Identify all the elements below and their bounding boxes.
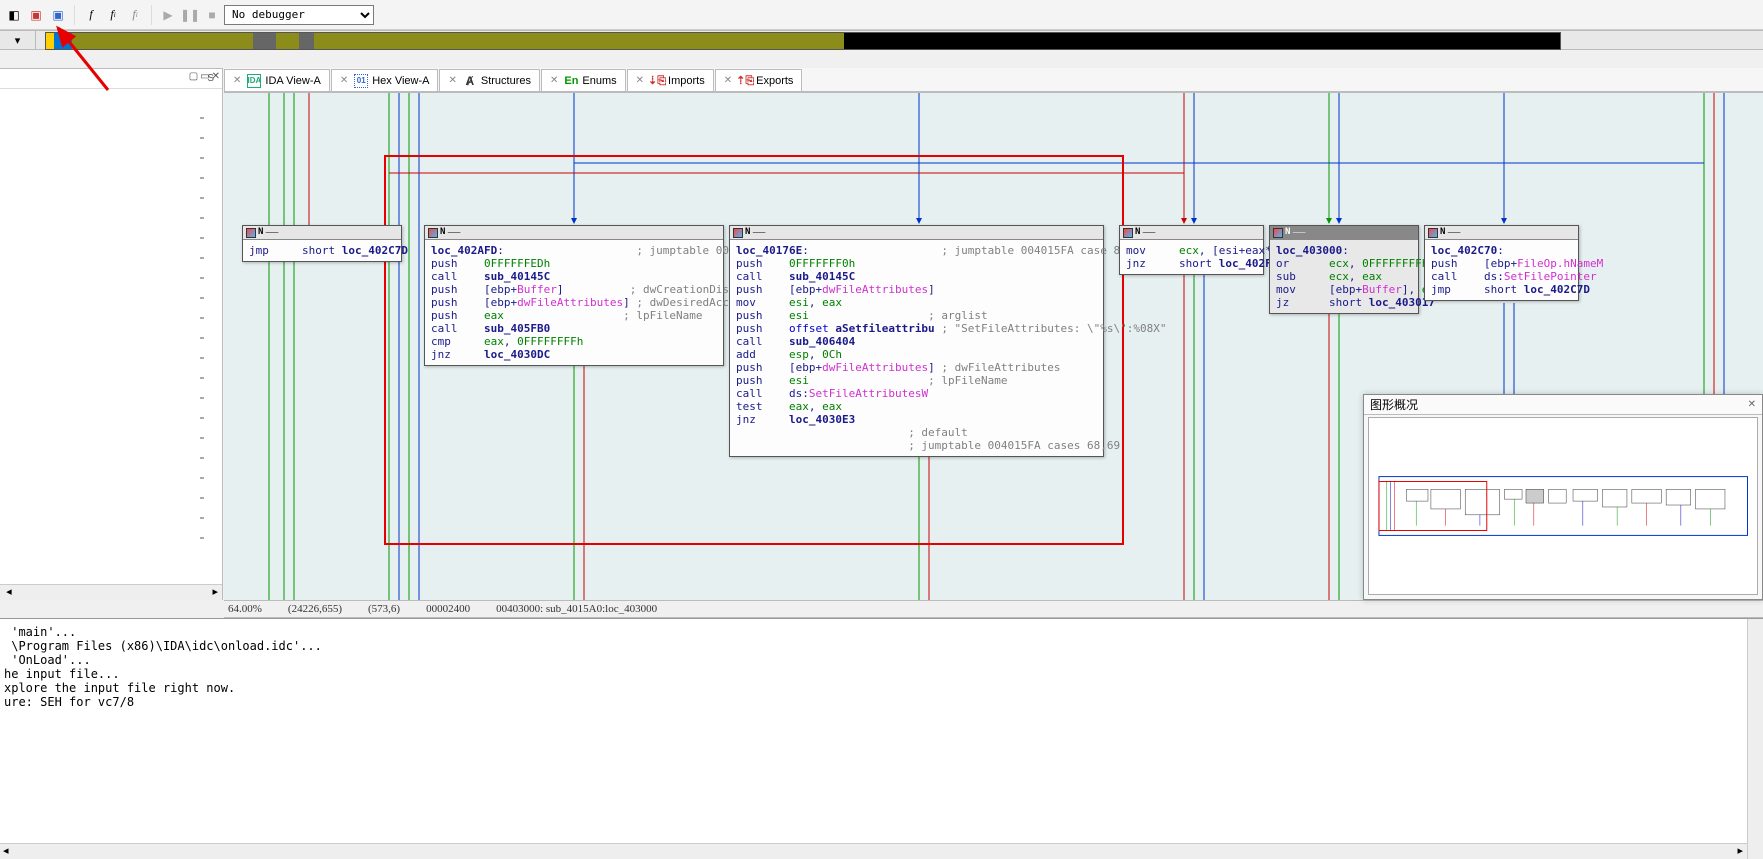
tab-hex-view[interactable]: ✕ 01 Hex View-A: [331, 69, 439, 91]
node-body: loc_402AFD: ; jumptable 004015FA case 55…: [425, 240, 723, 365]
node-body: mov ecx, [esi+eax*4] jnz short loc_402FF…: [1120, 240, 1263, 274]
node-icon: [1428, 228, 1438, 238]
node-icon: [733, 228, 743, 238]
graph-node-loc40176e[interactable]: N ⸺ loc_40176E: ; jumptable 004015FA cas…: [729, 225, 1104, 457]
panel-close-icon[interactable]: ✕: [212, 71, 220, 82]
panel-window-controls: ▢ ▭ ✕: [189, 71, 220, 82]
output-vscroll[interactable]: [1747, 619, 1763, 859]
scroll-track: [200, 99, 210, 590]
toolbar-btn-1[interactable]: ◧: [4, 5, 24, 25]
side-panel: ▢ ▭ ✕ S ◂ ▸: [0, 68, 223, 600]
overview-title-bar: 图形概况 ✕: [1364, 395, 1762, 415]
node-icon: [1273, 228, 1283, 238]
status-offset: 00002400: [426, 603, 470, 615]
node-body: loc_40176E: ; jumptable 004015FA case 8 …: [730, 240, 1103, 456]
graph-node-loc402c70[interactable]: N ⸺ loc_402C70: push [ebp+FileOp.hNameM …: [1424, 225, 1579, 301]
close-icon[interactable]: ✕: [550, 75, 558, 86]
imports-icon: ⇣⎘: [650, 74, 664, 88]
status-zoom: 64.00%: [228, 603, 262, 615]
hex-icon: 01: [354, 74, 368, 88]
run-btn[interactable]: ▶: [158, 5, 178, 25]
main-toolbar: ◧ ▣ ▣ f fi fi ▶ ❚❚ ■ No debugger: [0, 0, 1763, 30]
nav-dropdown[interactable]: ▾: [0, 31, 36, 49]
tab-structures[interactable]: ✕ Ⱥ Structures: [439, 69, 540, 91]
overview-close-icon[interactable]: ✕: [1748, 399, 1756, 410]
tab-label: Enums: [582, 75, 616, 87]
graph-overview-panel[interactable]: 图形概况 ✕: [1363, 394, 1763, 600]
node-icon: [246, 228, 256, 238]
stop-btn[interactable]: ■: [202, 5, 222, 25]
enum-icon: En: [564, 74, 578, 88]
node-icon: [428, 228, 438, 238]
panel-expand-icon[interactable]: ▭: [200, 71, 209, 82]
separator: [74, 5, 75, 25]
node-icon: [1123, 228, 1133, 238]
status-bar: 64.00% (24226,655) (573,6) 00002400 0040…: [224, 600, 1763, 618]
output-text: 'main'... \Program Files (x86)\IDA\idc\o…: [0, 619, 1763, 715]
graph-node-loc402afd[interactable]: N ⸺ loc_402AFD: ; jumptable 004015FA cas…: [424, 225, 724, 366]
graph-node-loc403000[interactable]: N ⸺ loc_403000: or ecx, 0FFFFFFFFh sub e…: [1269, 225, 1419, 314]
tab-exports[interactable]: ✕ ⇡⎘ Exports: [715, 69, 803, 91]
nav-color-strip[interactable]: [45, 32, 1561, 50]
tab-imports[interactable]: ✕ ⇣⎘ Imports: [627, 69, 714, 91]
status-coord2: (573,6): [368, 603, 400, 615]
toolbar-btn-3[interactable]: ▣: [48, 5, 68, 25]
ida-icon: IDA: [247, 74, 261, 88]
output-hscroll[interactable]: ◂▸: [0, 843, 1747, 859]
graph-node-jmp[interactable]: N ⸺ jmp short loc_402C7D: [242, 225, 402, 262]
func-btn-3[interactable]: fi: [125, 5, 145, 25]
overview-title: 图形概况: [1370, 396, 1418, 413]
tab-label: Hex View-A: [372, 75, 429, 87]
tab-ida-view[interactable]: ✕ IDA IDA View-A: [224, 69, 330, 91]
close-icon[interactable]: ✕: [636, 75, 644, 86]
node-body: loc_403000: or ecx, 0FFFFFFFFh sub ecx, …: [1270, 240, 1418, 313]
tab-label: Exports: [756, 75, 793, 87]
status-coord1: (24226,655): [288, 603, 342, 615]
tab-enums[interactable]: ✕ En Enums: [541, 69, 626, 91]
view-tab-row: ✕ IDA IDA View-A ✕ 01 Hex View-A ✕ Ⱥ Structure…: [224, 68, 1763, 92]
func-btn-1[interactable]: f: [81, 5, 101, 25]
close-icon[interactable]: ✕: [724, 75, 732, 86]
panel-hscroll[interactable]: ◂ ▸: [0, 584, 222, 600]
node-body: jmp short loc_402C7D: [243, 240, 401, 261]
overview-minimap: [1377, 471, 1749, 541]
debugger-select[interactable]: No debugger: [224, 5, 374, 25]
pause-btn[interactable]: ❚❚: [180, 5, 200, 25]
tab-label: Structures: [481, 75, 531, 87]
separator: [151, 5, 152, 25]
overview-canvas[interactable]: [1368, 417, 1758, 595]
output-panel: 'main'... \Program Files (x86)\IDA\idc\o…: [0, 618, 1763, 859]
graph-node-mov-ecx[interactable]: N ⸺ mov ecx, [esi+eax*4] jnz short loc_4…: [1119, 225, 1264, 275]
toolbar-btn-2[interactable]: ▣: [26, 5, 46, 25]
close-icon[interactable]: ✕: [448, 75, 456, 86]
tab-label: IDA View-A: [265, 75, 320, 87]
navigation-bar: ▾: [0, 30, 1763, 50]
panel-restore-icon[interactable]: ▢: [189, 71, 198, 82]
close-icon[interactable]: ✕: [233, 75, 241, 86]
struct-icon: Ⱥ: [463, 74, 477, 88]
status-address: 00403000: sub_4015A0:loc_403000: [496, 603, 657, 615]
func-btn-2[interactable]: fi: [103, 5, 123, 25]
close-icon[interactable]: ✕: [340, 75, 348, 86]
exports-icon: ⇡⎘: [738, 74, 752, 88]
tab-label: Imports: [668, 75, 705, 87]
node-body: loc_402C70: push [ebp+FileOp.hNameM call…: [1425, 240, 1578, 300]
